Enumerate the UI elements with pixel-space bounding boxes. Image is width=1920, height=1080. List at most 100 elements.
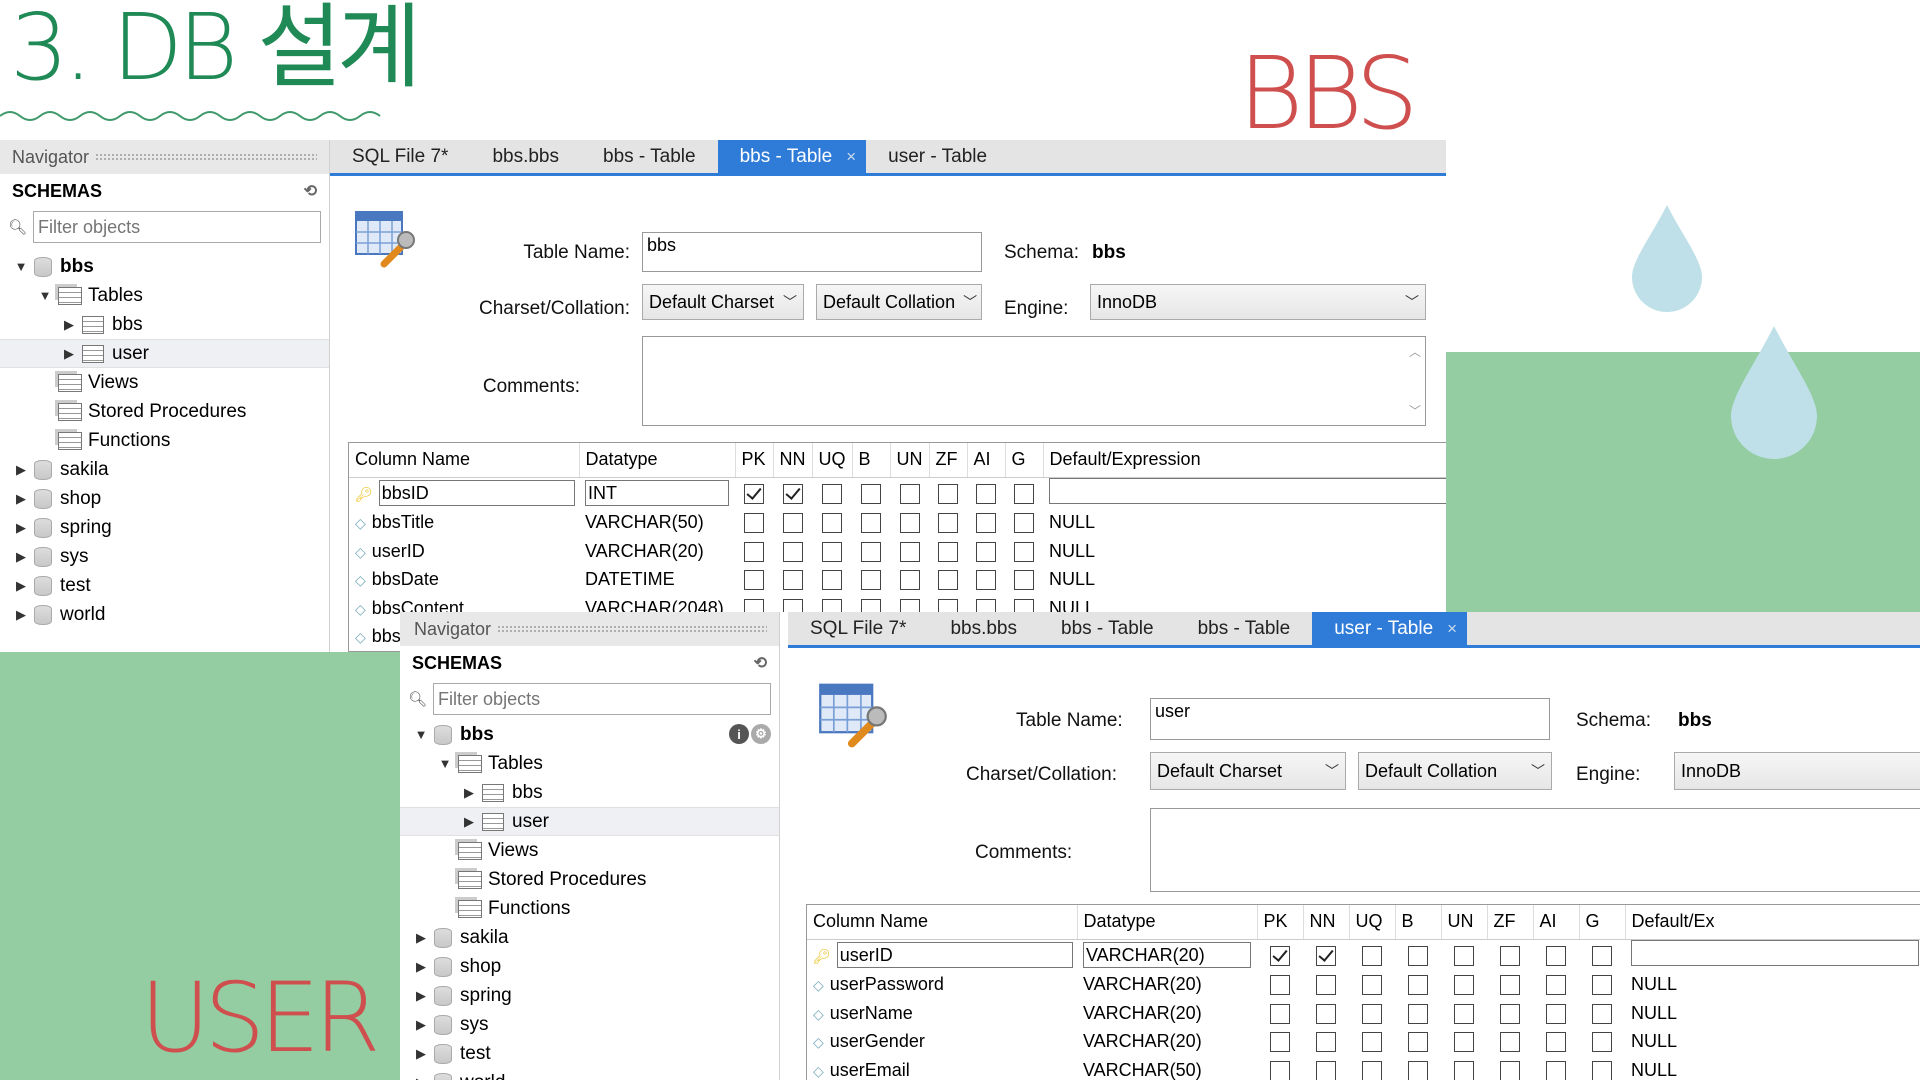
default-cell[interactable]: NULL [1043, 509, 1446, 538]
tab-bbs-bbs[interactable]: bbs.bbs [928, 612, 1039, 645]
expand-triangle-icon[interactable]: ▶ [12, 520, 30, 536]
collation-select[interactable]: Default Collation ﹀ [1358, 752, 1552, 790]
collation-select[interactable]: Default Collation ﹀ [816, 284, 982, 320]
b-checkbox[interactable] [1408, 975, 1428, 996]
column-header[interactable]: ZF [1487, 905, 1534, 940]
expand-triangle-icon[interactable]: ▶ [412, 988, 430, 1004]
tree-item-test[interactable]: ▶ test [400, 1039, 779, 1068]
column-name-cell[interactable]: ◇ bbsDate [349, 566, 579, 595]
expand-triangle-icon[interactable]: ▶ [460, 814, 478, 830]
ai-checkbox[interactable] [976, 513, 996, 534]
column-name-cell[interactable]: 🔑︎ userID [807, 939, 1077, 971]
tab-sql-file-7-[interactable]: SQL File 7* [788, 612, 928, 645]
tree-item-shop[interactable]: ▶ shop [400, 952, 779, 981]
tree-item-tables[interactable]: ▼ Tables [0, 281, 329, 310]
tree-item-sakila[interactable]: ▶ sakila [400, 923, 779, 952]
expand-triangle-icon[interactable]: ▶ [412, 1046, 430, 1062]
wrench-icon[interactable]: ⚙ [751, 724, 771, 744]
charset-select[interactable]: Default Charset ﹀ [1150, 752, 1346, 790]
datatype-cell[interactable]: VARCHAR(20) [579, 537, 735, 566]
default-cell[interactable]: NULL [1043, 566, 1446, 595]
tab-bbs-bbs[interactable]: bbs.bbs [470, 140, 581, 173]
un-checkbox[interactable] [899, 541, 920, 562]
column-header[interactable]: UQ [812, 443, 853, 478]
tree-item-bbs[interactable]: ▼ bbs i ⚙ [400, 720, 779, 749]
column-header[interactable]: G [1005, 443, 1044, 478]
uq-checkbox[interactable] [822, 570, 842, 591]
column-header[interactable]: PK [735, 443, 774, 478]
comments-textarea[interactable] [1150, 808, 1920, 892]
collapse-triangle-icon[interactable]: ▼ [436, 756, 454, 771]
column-header[interactable]: B [852, 443, 891, 478]
column-name-cell[interactable]: ◇ userEmail [807, 1056, 1077, 1080]
close-icon[interactable]: × [846, 147, 856, 167]
expand-triangle-icon[interactable]: ▶ [60, 317, 78, 333]
expand-triangle-icon[interactable]: ▶ [12, 491, 30, 507]
default-cell[interactable] [1043, 477, 1446, 509]
expand-triangle-icon[interactable]: ▶ [412, 959, 430, 975]
scroll-up-icon[interactable]: ︿ [1409, 343, 1421, 360]
g-checkbox[interactable] [1014, 541, 1034, 562]
column-header[interactable]: Column Name [349, 443, 580, 478]
engine-select[interactable]: InnoDB ﹀ [1090, 284, 1426, 320]
un-checkbox[interactable] [1454, 1032, 1474, 1053]
g-checkbox[interactable] [1592, 1032, 1612, 1053]
b-checkbox[interactable] [861, 513, 881, 534]
column-header[interactable]: UN [1441, 905, 1488, 940]
g-checkbox[interactable] [1592, 975, 1612, 996]
uq-checkbox[interactable] [1362, 1060, 1382, 1080]
table-row[interactable]: ◇ userPassword VARCHAR(20) NULL [807, 971, 1920, 1000]
table-row[interactable]: ◇ bbsDate DATETIME NULL [349, 566, 1446, 595]
default-cell[interactable]: NULL [1625, 971, 1920, 1000]
tree-item-sakila[interactable]: ▶ sakila [0, 455, 329, 484]
comments-textarea[interactable]: ︿ ﹀ [642, 336, 1426, 426]
default-cell[interactable]: NULL [1625, 999, 1920, 1028]
collapse-triangle-icon[interactable]: ▼ [12, 259, 30, 274]
pk-checkbox[interactable] [1270, 945, 1290, 966]
column-header[interactable]: Datatype [1077, 905, 1258, 940]
pk-checkbox[interactable] [744, 483, 764, 504]
datatype-cell[interactable]: VARCHAR(20) [1077, 1028, 1257, 1057]
column-header[interactable]: Datatype [579, 443, 736, 478]
table-row[interactable]: 🔑︎ userID VARCHAR(20) [807, 939, 1920, 971]
expand-triangle-icon[interactable]: ▶ [12, 578, 30, 594]
refresh-icon[interactable]: ⟲ [304, 181, 317, 201]
datatype-cell[interactable]: VARCHAR(20) [1077, 971, 1257, 1000]
tab-bbs-table[interactable]: bbs - Table [1039, 612, 1176, 645]
table-row[interactable]: ◇ userID VARCHAR(20) NULL [349, 537, 1446, 566]
column-header[interactable]: Default/Ex [1625, 905, 1920, 940]
expand-triangle-icon[interactable]: ▶ [412, 930, 430, 946]
tree-item-user[interactable]: ▶ user [400, 807, 779, 836]
datatype-cell[interactable]: DATETIME [579, 566, 735, 595]
zf-checkbox[interactable] [938, 483, 958, 504]
tab-user-table[interactable]: user - Table × [1312, 612, 1468, 645]
uq-checkbox[interactable] [1362, 975, 1382, 996]
column-name-cell[interactable]: ◇ userGender [807, 1028, 1077, 1057]
zf-checkbox[interactable] [938, 513, 958, 534]
default-cell[interactable]: NULL [1043, 537, 1446, 566]
column-header[interactable]: G [1579, 905, 1626, 940]
nn-checkbox[interactable] [1316, 975, 1336, 996]
datatype-cell[interactable]: INT [579, 477, 735, 509]
expand-triangle-icon[interactable]: ▶ [460, 785, 478, 801]
default-cell[interactable]: NULL [1625, 1028, 1920, 1057]
nn-checkbox[interactable] [782, 541, 803, 562]
un-checkbox[interactable] [1454, 1003, 1474, 1024]
grip-dots[interactable] [497, 625, 767, 633]
charset-select[interactable]: Default Charset ﹀ [642, 284, 804, 320]
zf-checkbox[interactable] [1500, 1003, 1520, 1024]
column-name-cell[interactable]: ◇ userName [807, 999, 1077, 1028]
tree-item-bbs[interactable]: ▶ bbs [400, 778, 779, 807]
g-checkbox[interactable] [1592, 1003, 1612, 1024]
table-row[interactable]: ◇ userName VARCHAR(20) NULL [807, 999, 1920, 1028]
expand-triangle-icon[interactable]: ▶ [412, 1017, 430, 1033]
expand-triangle-icon[interactable]: ▶ [12, 607, 30, 623]
g-checkbox[interactable] [1592, 1060, 1612, 1080]
nn-checkbox[interactable] [782, 483, 803, 504]
tree-item-views[interactable]: Views [400, 836, 779, 865]
table-row[interactable]: ◇ bbsTitle VARCHAR(50) NULL [349, 509, 1446, 538]
expand-triangle-icon[interactable]: ▶ [12, 549, 30, 565]
pk-checkbox[interactable] [744, 570, 764, 591]
ai-checkbox[interactable] [1546, 945, 1566, 966]
expand-triangle-icon[interactable]: ▶ [60, 346, 78, 362]
